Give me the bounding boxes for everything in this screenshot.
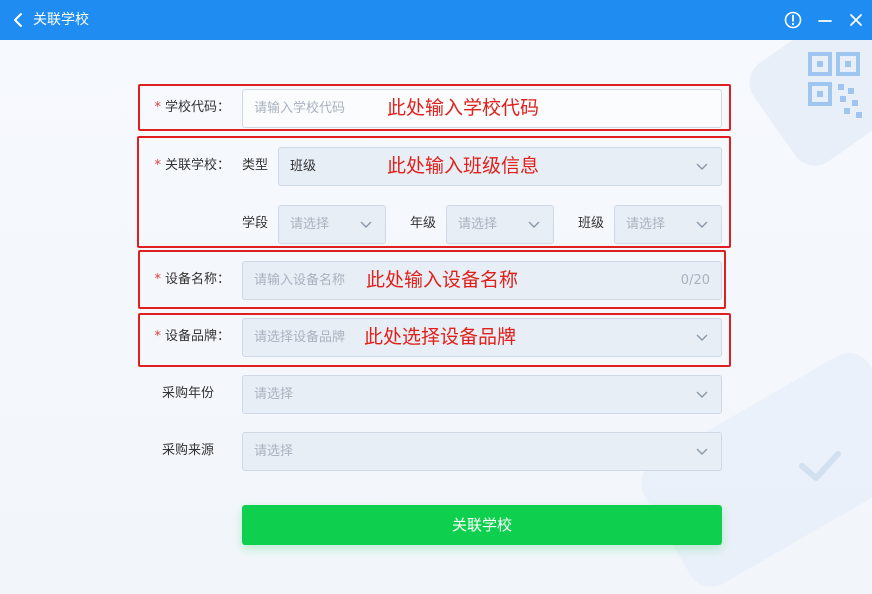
back-arrow-icon[interactable] [10,11,28,29]
check-decoration-icon [799,451,841,481]
chevron-down-icon [696,391,708,398]
purchase-year-placeholder: 请选择 [254,387,294,402]
purchase-year-label: 采购年份 [162,386,215,401]
annotation-box [138,313,731,367]
purchase-source-placeholder: 请选择 [254,444,294,459]
annotation-box [138,250,726,309]
purchase-source-label: 采购来源 [162,443,215,458]
annotation-box [138,84,731,131]
info-icon[interactable] [783,10,803,30]
purchase-year-select[interactable]: 请选择 [242,375,722,414]
purchase-source-select[interactable]: 请选择 [242,432,722,471]
chevron-down-icon [696,448,708,455]
annotation-box [137,136,731,248]
title-bar: 关联学校 [0,0,872,40]
window-title: 关联学校 [33,12,89,28]
close-icon[interactable] [846,10,866,30]
minimize-icon[interactable] [815,10,835,30]
qr-code-icon [808,52,862,118]
link-school-button[interactable]: 关联学校 [242,505,722,545]
